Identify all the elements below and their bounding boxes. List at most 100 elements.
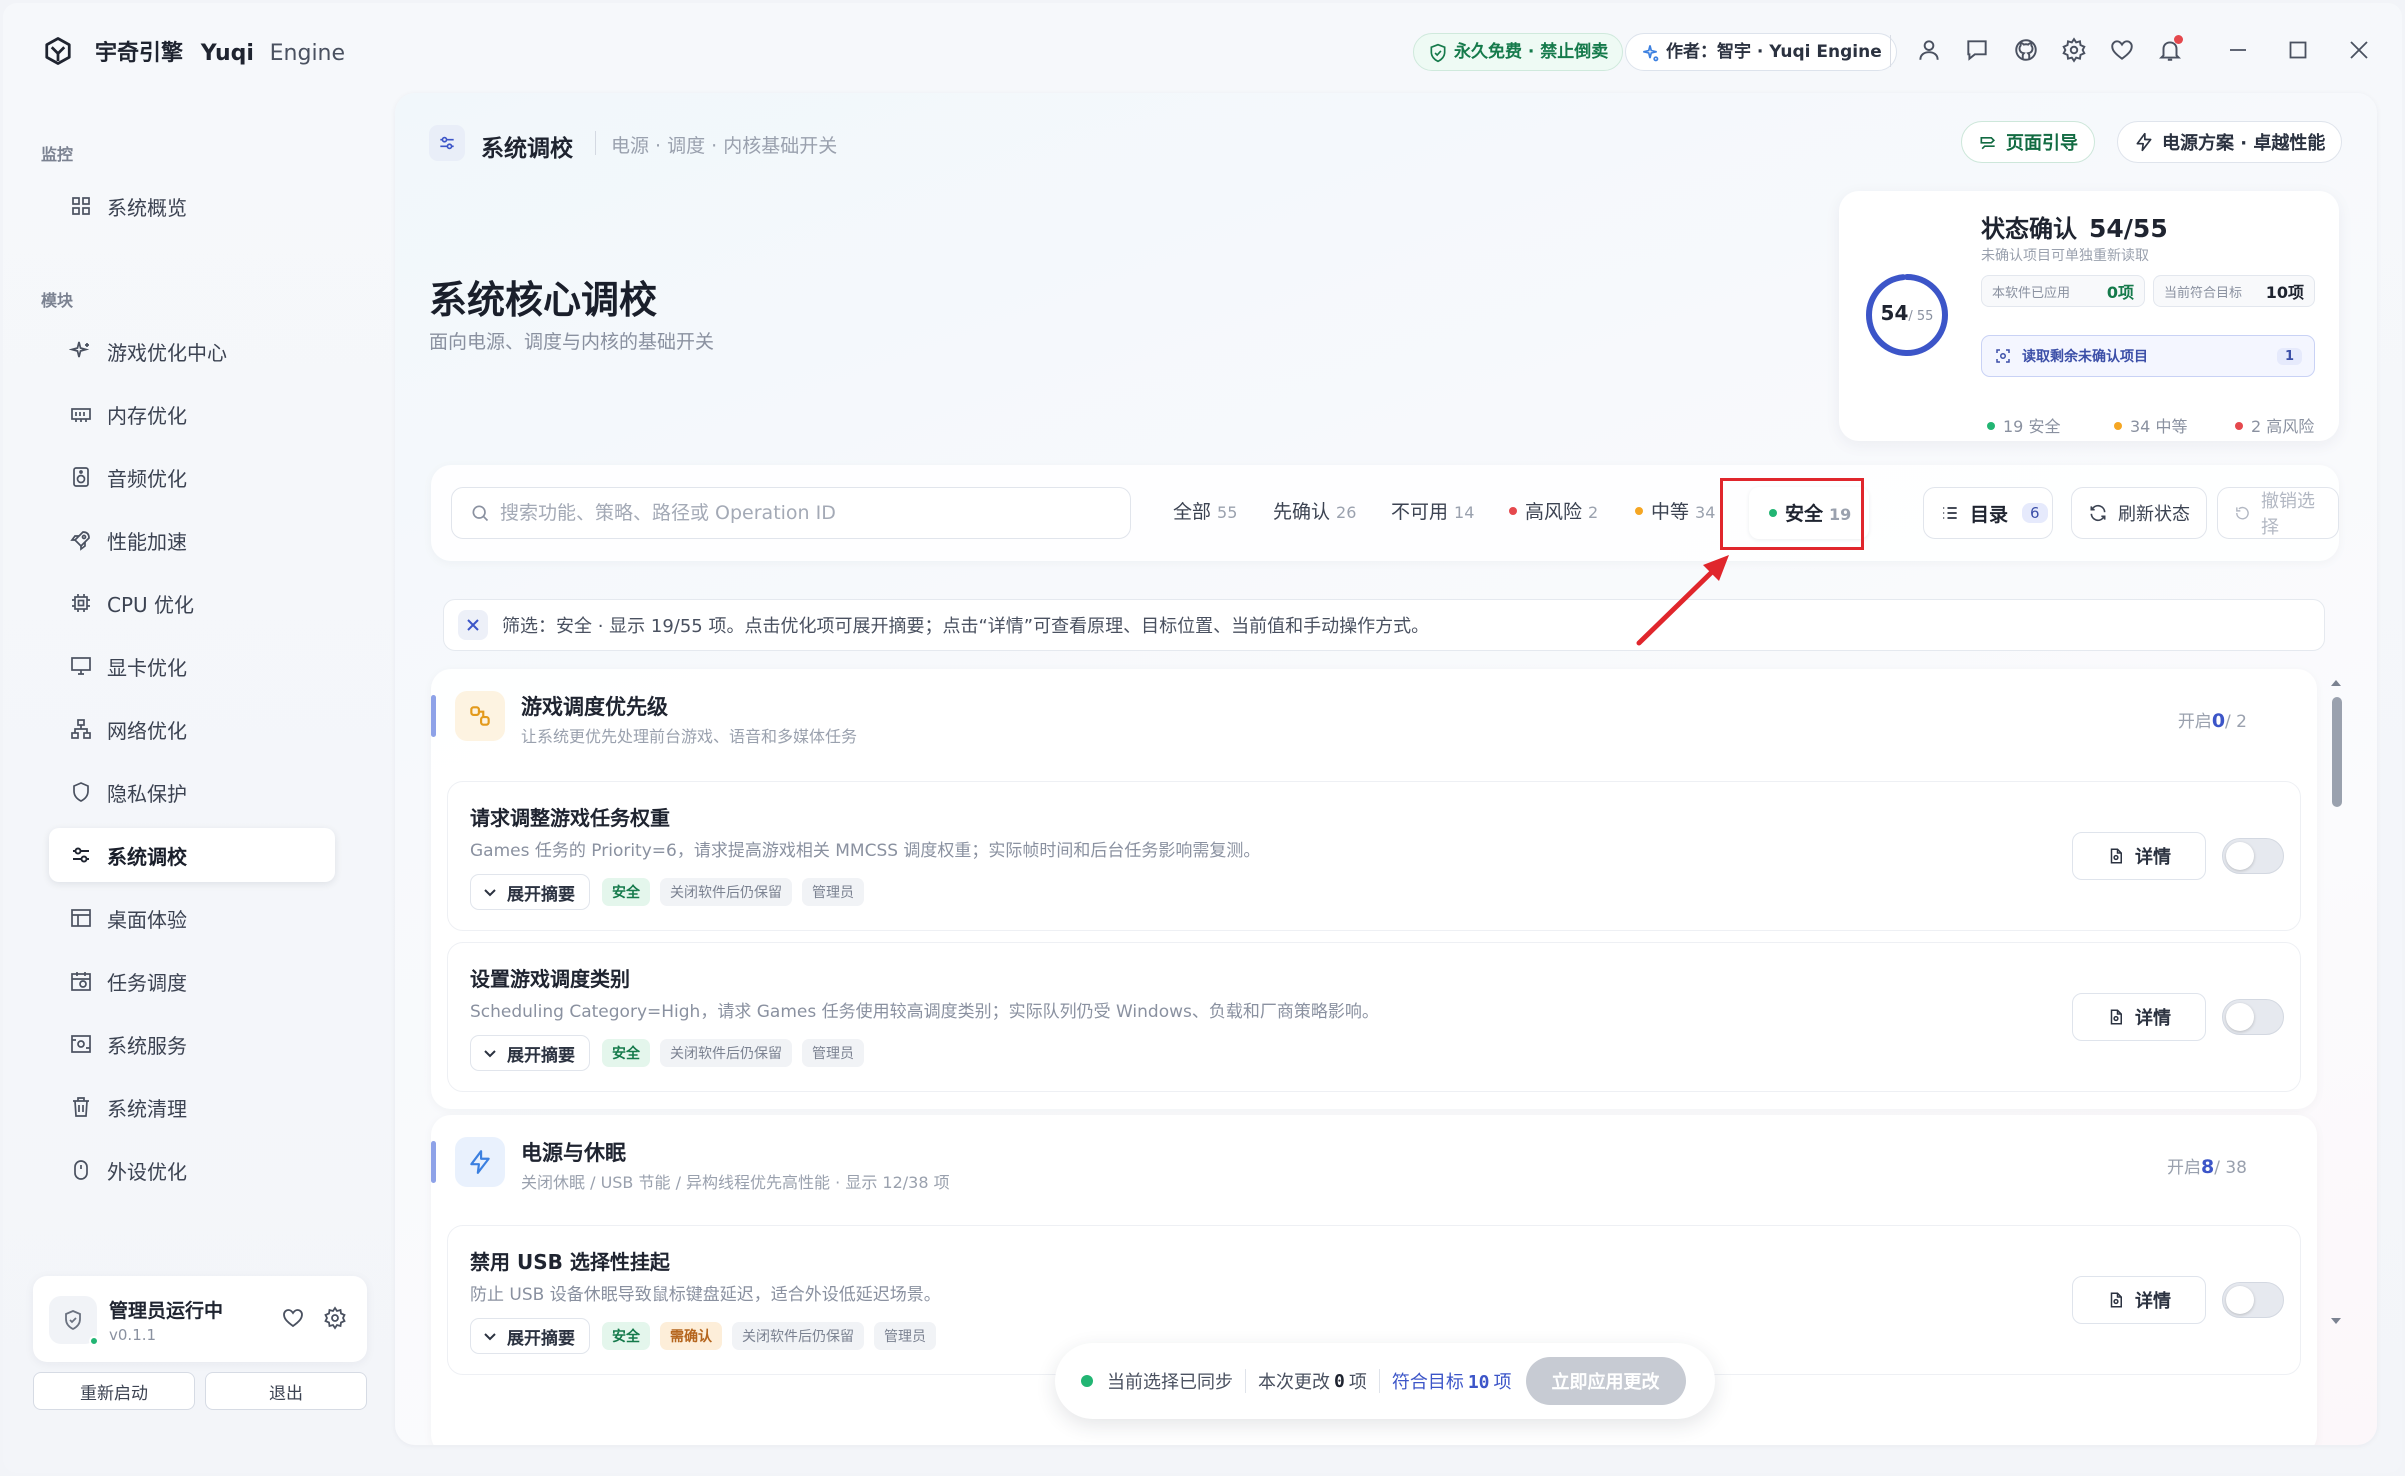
filter-tab-count: 34 (1695, 503, 1716, 522)
filter-tab-medium[interactable]: 中等 34 (1635, 497, 1715, 524)
scan-icon (1996, 349, 2010, 363)
item-description: 防止 USB 设备休眠导致鼠标键盘延迟，适合外设低延迟场景。 (470, 1285, 941, 1305)
detail-button[interactable]: 详情 (2072, 993, 2206, 1041)
sidebar-item-label: 系统概览 (107, 195, 187, 220)
detail-label: 详情 (2135, 1008, 2171, 1029)
refresh-status-label: 刷新状态 (2118, 504, 2190, 525)
toc-count: 6 (2022, 503, 2048, 523)
tag-needs-confirm: 需确认 (660, 1322, 722, 1350)
page-guide-button[interactable]: 页面引导 (1961, 121, 2095, 163)
item-toggle[interactable] (2222, 999, 2284, 1035)
sidebar-item-desktop[interactable]: 桌面体验 (49, 891, 335, 945)
sidebar-item-services[interactable]: 系统服务 (49, 1017, 335, 1071)
cpu-icon (69, 591, 93, 615)
sidebar-item-game[interactable]: 游戏优化中心 (49, 324, 335, 378)
mouse-icon (69, 1158, 93, 1182)
list-item[interactable]: 请求调整游戏任务权重 Games 任务的 Priority=6，请求提高游戏相关… (447, 781, 2301, 931)
sidebar-item-task-schedule[interactable]: 任务调度 (49, 954, 335, 1008)
github-icon[interactable] (2013, 37, 2039, 63)
sidebar-item-peripherals[interactable]: 外设优化 (49, 1143, 335, 1197)
group-subtitle: 关闭休眠 / USB 节能 / 异构线程优先高性能 · 显示 12/38 项 (521, 1173, 950, 1192)
list-item[interactable]: 设置游戏调度类别 Scheduling Category=High，请求 Gam… (447, 942, 2301, 1092)
sync-status-text: 当前选择已同步 (1107, 1372, 1233, 1393)
heart-icon[interactable] (2109, 37, 2135, 63)
filter-tab-count: 26 (1336, 503, 1357, 522)
change-value: 0 (1334, 1370, 1345, 1392)
layout-icon (69, 906, 93, 930)
gear-icon[interactable] (323, 1306, 347, 1330)
crumb-divider (595, 131, 596, 155)
hero-title: 系统核心调校 (429, 278, 658, 322)
search-box[interactable] (451, 487, 1131, 539)
sparkle-icon (1643, 45, 1659, 62)
group-icon-box (455, 691, 505, 741)
sidebar-item-audio[interactable]: 音频优化 (49, 450, 335, 504)
scroll-thumb[interactable] (2332, 697, 2342, 807)
refresh-status-button[interactable]: 刷新状态 (2071, 487, 2207, 539)
minimize-icon[interactable] (2227, 39, 2249, 61)
detail-button[interactable]: 详情 (2072, 832, 2206, 880)
shield-check-icon (1430, 43, 1446, 63)
power-plan-button[interactable]: 电源方案 · 卓越性能 (2117, 121, 2343, 163)
item-toggle[interactable] (2222, 1282, 2284, 1318)
close-icon (467, 619, 479, 631)
toc-button[interactable]: 目录 6 (1923, 487, 2053, 539)
sparkle-icon (68, 339, 93, 363)
sidebar-item-memory[interactable]: 内存优化 (49, 387, 335, 441)
calendar-icon (69, 969, 93, 993)
exit-button[interactable]: 退出 (205, 1372, 367, 1410)
expand-summary-button[interactable]: 展开摘要 (470, 1318, 590, 1354)
item-toggle[interactable] (2222, 838, 2284, 874)
scroll-down-icon[interactable] (2330, 1315, 2342, 1327)
filter-tab-all[interactable]: 全部 55 (1173, 497, 1237, 524)
list-icon (1943, 507, 1957, 519)
applied-label: 本软件已应用 (1992, 285, 2071, 301)
clear-filter-button[interactable] (458, 610, 488, 640)
maximize-icon[interactable] (2287, 39, 2309, 61)
sidebar-item-privacy[interactable]: 隐私保护 (49, 765, 335, 819)
sidebar-item-cpu[interactable]: CPU 优化 (49, 576, 335, 630)
sidebar-item-overview[interactable]: 系统概览 (49, 179, 335, 233)
bottom-divider (1378, 1369, 1380, 1393)
list-scrollbar[interactable] (2329, 677, 2343, 1327)
group-accent (431, 695, 436, 737)
tag-persistent: 关闭软件后仍保留 (660, 878, 792, 906)
legend-medium: 34 中等 (2114, 413, 2187, 437)
filter-tab-unavailable[interactable]: 不可用 14 (1391, 497, 1474, 524)
filter-tab-high-risk[interactable]: 高风险 2 (1509, 497, 1598, 524)
restart-button[interactable]: 重新启动 (33, 1372, 195, 1410)
sidebar-item-system-tuning[interactable]: 系统调校 (49, 828, 335, 882)
bell-icon[interactable] (2157, 35, 2183, 63)
author-badge[interactable]: 作者：智宇 · Yuqi Engine (1625, 33, 1897, 71)
bottom-target-unit: 项 (1493, 1372, 1512, 1393)
gear-icon[interactable] (2061, 37, 2087, 63)
tag-persistent: 关闭软件后仍保留 (732, 1322, 864, 1350)
read-remaining-button[interactable]: 读取剩余未确认项目 1 (1981, 335, 2315, 377)
sidebar-item-network[interactable]: 网络优化 (49, 702, 335, 756)
user-icon[interactable] (1916, 37, 1942, 63)
tag-safe: 安全 (602, 878, 650, 906)
detail-button[interactable]: 详情 (2072, 1276, 2206, 1324)
sidebar-item-gpu[interactable]: 显卡优化 (49, 639, 335, 693)
detail-label: 详情 (2135, 847, 2171, 868)
heart-icon[interactable] (281, 1306, 305, 1330)
status-hint: 未确认项目可单独重新读取 (1981, 248, 2149, 264)
legend-dot-medium (2114, 421, 2122, 430)
search-input[interactable] (500, 502, 1100, 524)
item-description: Scheduling Category=High，请求 Games 任务使用较高… (470, 1002, 1379, 1022)
bottom-target-label: 符合目标 (1391, 1372, 1464, 1393)
sidebar-item-performance[interactable]: 性能加速 (49, 513, 335, 567)
sidebar-item-label: 系统清理 (107, 1096, 187, 1121)
scroll-up-icon[interactable] (2330, 677, 2342, 689)
apply-changes-button[interactable]: 立即应用更改 (1525, 1357, 1686, 1405)
chat-icon[interactable] (1964, 37, 1990, 63)
sidebar-item-cleanup[interactable]: 系统清理 (49, 1080, 335, 1134)
filter-tab-confirm-first[interactable]: 先确认 26 (1273, 497, 1356, 524)
crumb-icon-box (429, 125, 465, 161)
close-icon[interactable] (2348, 39, 2370, 61)
expand-summary-button[interactable]: 展开摘要 (470, 1035, 590, 1071)
undo-selection-button[interactable]: 撤销选择 (2217, 487, 2339, 539)
group-icon-box (455, 1137, 505, 1187)
expand-summary-button[interactable]: 展开摘要 (470, 874, 590, 910)
main-panel: 系统调校 电源 · 调度 · 内核基础开关 页面引导 电源方案 · 卓越性能 系… (395, 93, 2377, 1445)
